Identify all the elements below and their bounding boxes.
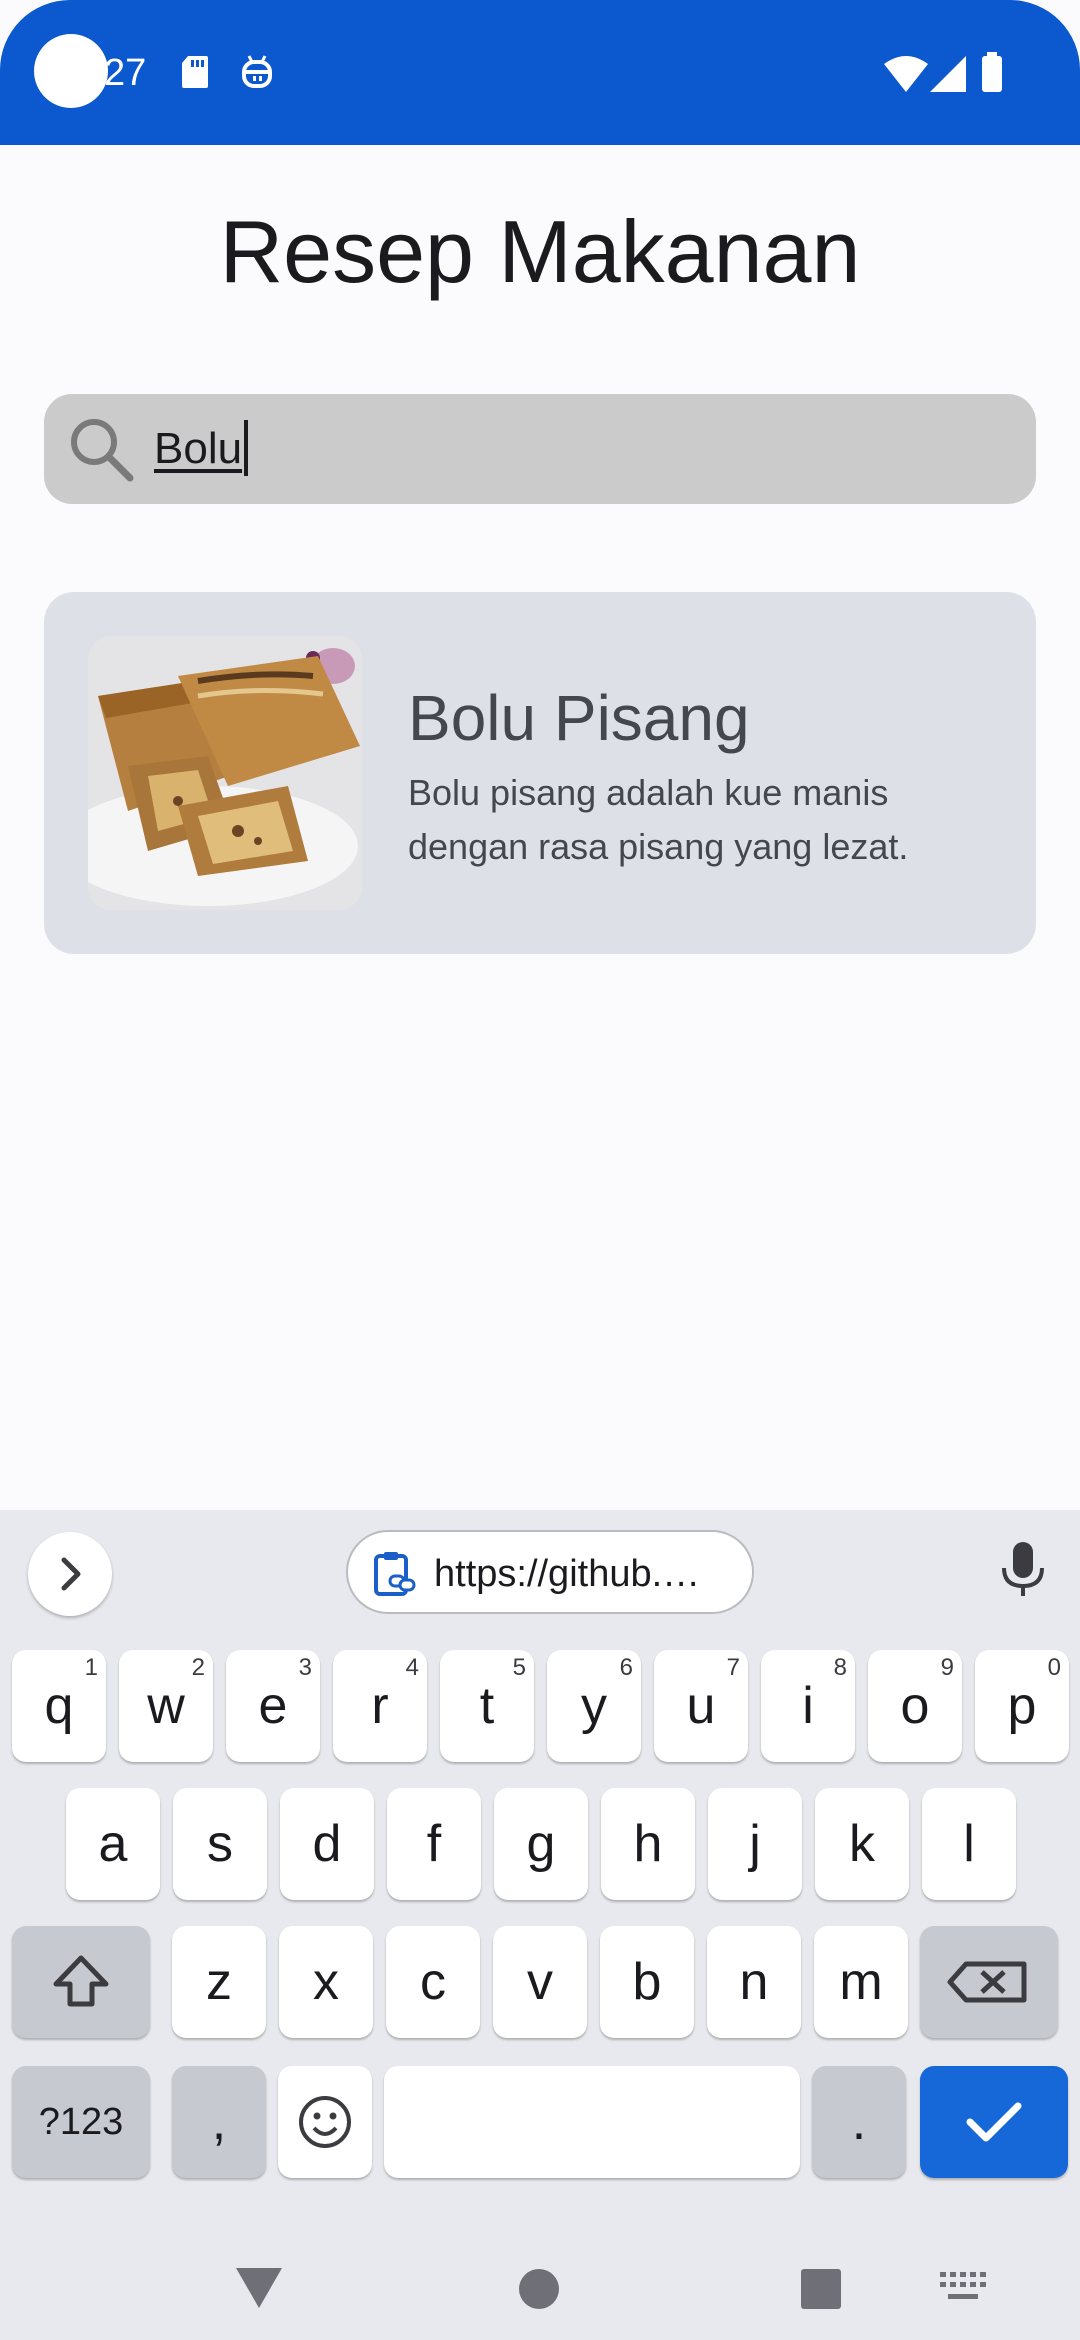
key-p[interactable]: p0 <box>975 1650 1069 1762</box>
key-x[interactable]: x <box>279 1926 373 2038</box>
back-icon[interactable] <box>234 2266 284 2315</box>
key-hint: 4 <box>405 1654 419 1681</box>
key-j[interactable]: j <box>708 1788 802 1900</box>
done-key[interactable] <box>920 2066 1068 2178</box>
page-title: Resep Makanan <box>219 202 861 301</box>
search-icon <box>66 414 138 491</box>
key-z[interactable]: z <box>172 1926 266 2038</box>
key-i[interactable]: i8 <box>761 1650 855 1762</box>
signal-icon <box>930 56 966 97</box>
key-e[interactable]: e3 <box>226 1650 320 1762</box>
key-hint: 2 <box>191 1654 205 1681</box>
recents-icon[interactable] <box>800 2268 842 2315</box>
key-g[interactable]: g <box>494 1788 588 1900</box>
key-hint: 0 <box>1047 1654 1061 1681</box>
key-r[interactable]: r4 <box>333 1650 427 1762</box>
key-label: e <box>258 1677 288 1735</box>
status-time: 27 <box>104 52 147 94</box>
key-hint: 5 <box>512 1654 526 1681</box>
key-y[interactable]: y6 <box>547 1650 641 1762</box>
text-caret <box>244 420 249 477</box>
key-u[interactable]: u7 <box>654 1650 748 1762</box>
key-hint: 6 <box>619 1654 633 1681</box>
key-o[interactable]: o9 <box>868 1650 962 1762</box>
key-hint: 3 <box>298 1654 312 1681</box>
key-hint: 9 <box>940 1654 954 1681</box>
key-l[interactable]: l <box>922 1788 1016 1900</box>
key-label: y <box>581 1677 607 1735</box>
recipe-description: Bolu pisang adalah kue manis dengan rasa… <box>408 772 909 867</box>
shift-key[interactable] <box>12 1926 150 2038</box>
search-bar[interactable]: Bolu <box>44 394 1036 504</box>
wifi-icon <box>884 56 928 97</box>
key-c[interactable]: c <box>386 1926 480 2038</box>
system-navigation-bar <box>0 2210 1080 2340</box>
banana-cake-image <box>88 636 362 910</box>
search-input-value: Bolu <box>154 424 243 473</box>
key-label: t <box>479 1677 495 1735</box>
recipe-title: Bolu Pisang <box>408 682 750 754</box>
clipboard-suggestion-chip[interactable]: https://github.… <box>346 1530 754 1614</box>
battery-icon <box>980 52 1004 97</box>
key-label: u <box>686 1677 716 1735</box>
key-label: o <box>900 1677 930 1735</box>
backspace-key[interactable] <box>920 1926 1058 2038</box>
search-input[interactable]: Bolu <box>154 420 249 477</box>
key-hint: 8 <box>833 1654 847 1681</box>
recipe-card[interactable]: Bolu Pisang Bolu pisang adalah kue manis… <box>44 592 1036 954</box>
key-s[interactable]: s <box>173 1788 267 1900</box>
usb-debug-icon <box>240 54 274 95</box>
emoji-key[interactable] <box>278 2066 372 2178</box>
key-q[interactable]: q1 <box>12 1650 106 1762</box>
comma-key[interactable]: , <box>172 2066 266 2178</box>
period-key[interactable]: . <box>812 2066 906 2178</box>
key-t[interactable]: t5 <box>440 1650 534 1762</box>
space-key[interactable] <box>384 2066 800 2178</box>
key-h[interactable]: h <box>601 1788 695 1900</box>
key-d[interactable]: d <box>280 1788 374 1900</box>
camera-cutout <box>34 34 108 108</box>
key-label: r <box>371 1677 389 1735</box>
home-icon[interactable] <box>518 2268 560 2315</box>
key-k[interactable]: k <box>815 1788 909 1900</box>
key-a[interactable]: a <box>66 1788 160 1900</box>
symbols-key[interactable]: ?123 <box>12 2066 150 2178</box>
clipboard-suggestion-text: https://github.… <box>434 1553 701 1595</box>
microphone-icon[interactable] <box>998 1540 1048 1605</box>
key-w[interactable]: w2 <box>119 1650 213 1762</box>
key-n[interactable]: n <box>707 1926 801 2038</box>
key-label: q <box>44 1677 74 1735</box>
keyboard-switch-icon[interactable] <box>940 2272 986 2307</box>
key-f[interactable]: f <box>387 1788 481 1900</box>
clipboard-link-icon <box>372 1550 418 1603</box>
key-b[interactable]: b <box>600 1926 694 2038</box>
key-label: p <box>1007 1677 1037 1735</box>
key-hint: 1 <box>84 1654 98 1681</box>
keyboard-toolbar-expand-button[interactable] <box>28 1532 112 1616</box>
key-label: w <box>147 1677 185 1735</box>
key-v[interactable]: v <box>493 1926 587 2038</box>
status-bar: 27 <box>0 0 1080 145</box>
sd-card-icon <box>180 54 210 95</box>
key-hint: 7 <box>726 1654 740 1681</box>
key-label: i <box>802 1677 814 1735</box>
key-m[interactable]: m <box>814 1926 908 2038</box>
